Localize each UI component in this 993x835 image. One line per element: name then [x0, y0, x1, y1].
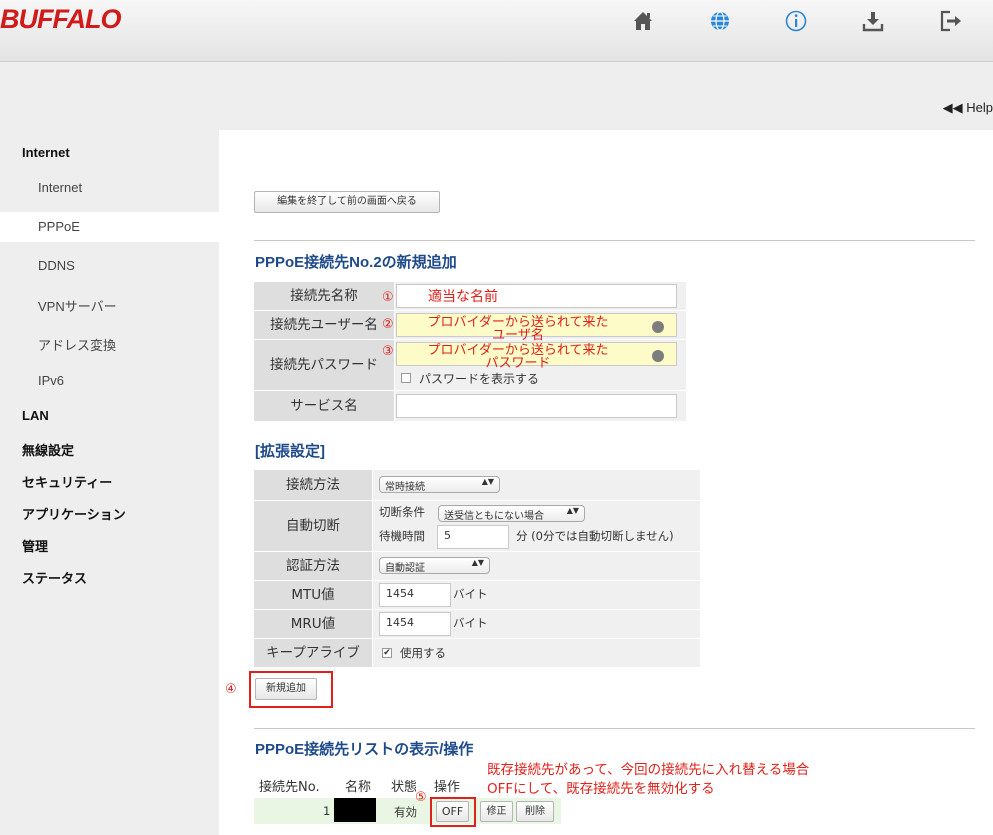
service-input[interactable] [396, 394, 677, 418]
sidebar-section-lan[interactable]: LAN [22, 408, 49, 423]
globe-icon[interactable] [707, 8, 733, 34]
sidebar-section-application[interactable]: アプリケーション [22, 504, 126, 523]
wait-time-label: 待機時間 [379, 529, 425, 543]
cut-condition-label: 切断条件 [379, 505, 425, 519]
auto-disconnect-label: 自動切断 [254, 501, 372, 551]
redacted-name [334, 798, 376, 822]
connection-method-value: 常時接続 [385, 482, 425, 493]
edit-button[interactable]: 修正 [480, 801, 513, 822]
annotation-2-line2: ユーザ名 [492, 328, 544, 343]
sidebar-section-admin[interactable]: 管理 [22, 536, 48, 555]
sidebar-item-internet[interactable]: Internet [38, 180, 82, 195]
buffalo-logo: BUFFALO [0, 4, 121, 34]
list-header-name: 名称 [345, 780, 372, 795]
list-title: PPPoE接続先リストの表示/操作 [255, 741, 474, 758]
sidebar-section-wireless[interactable]: 無線設定 [22, 440, 74, 459]
wait-time-input[interactable]: 5 [437, 525, 509, 549]
top-bar: BUFFALO [0, 0, 993, 62]
mtu-label: MTU値 [254, 581, 372, 609]
auth-label: 認証方法 [254, 552, 372, 580]
auth-method-value: 自動認証 [385, 563, 425, 574]
row-state: 有効 [394, 805, 417, 819]
home-icon[interactable] [630, 8, 656, 34]
wait-time-note: 分 (0分では自動切断しません) [516, 529, 674, 543]
annotation-2-text: プロバイダーから送られて来た ユーザ名 [398, 316, 638, 342]
list-header-no: 接続先No. [259, 780, 320, 795]
annotation-3-text: プロバイダーから送られて来た パスワード [398, 344, 638, 370]
annotation-1-text: 適当な名前 [428, 289, 498, 305]
pass-label: 接続先パスワード [254, 340, 394, 390]
annotation-4-number: ④ [225, 682, 237, 697]
annotation-1-number: ① [382, 290, 394, 305]
info-icon[interactable] [783, 8, 809, 34]
method-label: 接続方法 [254, 470, 372, 500]
annotation-2-number: ② [382, 317, 394, 332]
divider [254, 240, 975, 241]
sidebar-active-highlight [0, 212, 220, 242]
off-button[interactable]: OFF [436, 801, 469, 822]
auth-method-select[interactable]: 自動認証 ▲▼ [379, 557, 490, 574]
annotation-note-line1: 既存接続先があって、今回の接続先に入れ替える場合 [487, 762, 810, 778]
connection-method-select[interactable]: 常時接続 ▲▼ [379, 476, 500, 493]
list-header-action: 操作 [434, 780, 461, 795]
sidebar-item-ipv6[interactable]: IPv6 [38, 373, 64, 388]
mtu-unit: バイト [453, 587, 488, 601]
keepalive-checkbox[interactable]: ✔ [382, 648, 392, 658]
list-header-state: 状態 [391, 780, 418, 795]
add-new-button[interactable]: 新規追加 [255, 678, 317, 700]
annotation-3-line2: パスワード [485, 356, 551, 371]
cut-condition-select[interactable]: 送受信ともにない場合 ▲▼ [438, 505, 585, 522]
divider [254, 728, 975, 729]
logout-icon[interactable] [938, 8, 964, 34]
service-label: サービス名 [254, 391, 394, 421]
ext-title: [拡張設定] [255, 443, 325, 460]
row-number: 1 [323, 804, 331, 818]
mru-input[interactable]: 1454 [379, 612, 451, 636]
sidebar-section-security[interactable]: セキュリティー [22, 472, 112, 491]
user-label: 接続先ユーザー名 [254, 311, 394, 339]
name-label: 接続先名称 [254, 282, 394, 310]
sidebar-item-ddns[interactable]: DDNS [38, 258, 75, 273]
sidebar-section-internet[interactable]: Internet [22, 145, 70, 160]
cut-condition-value: 送受信ともにない場合 [444, 511, 544, 522]
download-icon[interactable] [860, 8, 886, 34]
sidebar-item-pppoe[interactable]: PPPoE [38, 219, 80, 234]
sidebar-item-address-translation[interactable]: アドレス変換 [38, 335, 116, 354]
back-button[interactable]: 編集を終了して前の画面へ戻る [254, 191, 440, 213]
annotation-note-line2: OFFにして、既存接続先を無効化する [487, 781, 715, 797]
mru-unit: バイト [453, 616, 488, 630]
mru-label: MRU値 [254, 610, 372, 638]
show-password-checkbox[interactable] [401, 373, 411, 383]
show-password-label: パスワードを表示する [419, 372, 540, 386]
mtu-input[interactable]: 1454 [379, 583, 451, 607]
annotation-5-number: ⑤ [415, 790, 427, 805]
key-icon [652, 350, 664, 362]
help-link[interactable]: ◀◀ Help [943, 100, 993, 116]
main-panel: 編集を終了して前の画面へ戻る PPPoE接続先No.2の新規追加 接続先名称 接… [219, 130, 993, 835]
sidebar-section-status[interactable]: ステータス [22, 568, 87, 587]
annotation-3-number: ③ [382, 344, 394, 359]
sidebar-item-vpn-server[interactable]: VPNサーバー [38, 296, 117, 315]
keepalive-value: 使用する [400, 646, 446, 660]
section-title: PPPoE接続先No.2の新規追加 [255, 254, 457, 271]
keepalive-label: キープアライブ [254, 639, 372, 667]
delete-button[interactable]: 削除 [516, 801, 554, 822]
key-icon [652, 321, 664, 333]
